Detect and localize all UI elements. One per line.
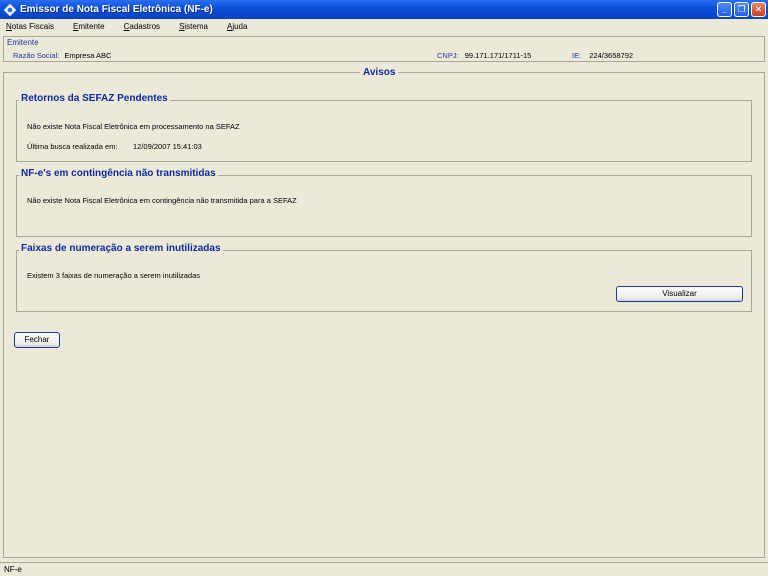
ie-label: IE:	[572, 51, 582, 60]
retornos-message: Não existe Nota Fiscal Eletrônica em pro…	[27, 122, 240, 131]
ultima-busca-value: 12/09/2007 15:41:03	[133, 142, 202, 151]
retornos-title: Retornos da SEFAZ Pendentes	[19, 93, 170, 104]
emitente-panel: Emitente Razão Social: Empresa ABC CNPJ:…	[3, 36, 765, 62]
title-bar: Emissor de Nota Fiscal Eletrônica (NF-e)…	[0, 0, 768, 19]
app-logo-icon	[3, 3, 17, 16]
ultima-busca-label: Última busca realizada em:	[27, 142, 118, 151]
fechar-button[interactable]: Fechar	[14, 332, 60, 348]
close-button[interactable]: ✕	[751, 2, 766, 17]
faixas-title: Faixas de numeração a serem inutilizadas	[19, 243, 223, 254]
faixas-group: Faixas de numeração a serem inutilizadas…	[16, 243, 752, 312]
status-bar: NF-e	[0, 562, 768, 576]
menu-cadastros[interactable]: Cadastros	[124, 22, 160, 31]
ie-value: 224/3658792	[589, 51, 634, 60]
contingencia-group: NF-e's em contingência não transmitidas …	[16, 168, 752, 237]
faixas-message: Existem 3 faixas de numeração a serem in…	[27, 271, 200, 280]
cnpj-label: CNPJ:	[437, 51, 459, 60]
menu-ajuda[interactable]: Ajuda	[227, 22, 247, 31]
cnpj-field: CNPJ: 99.171.171/1711-15	[437, 51, 531, 60]
avisos-title: Avisos	[360, 67, 399, 78]
ie-field: IE: 224/3658792	[572, 51, 633, 60]
window-title: Emissor de Nota Fiscal Eletrônica (NF-e)	[20, 4, 213, 15]
cnpj-value: 99.171.171/1711-15	[464, 51, 532, 60]
razao-social-field: Razão Social: Empresa ABC	[13, 51, 111, 60]
maximize-button[interactable]: ❐	[734, 2, 749, 17]
contingencia-title: NF-e's em contingência não transmitidas	[19, 168, 218, 179]
emitente-legend: Emitente	[7, 38, 39, 47]
contingencia-message: Não existe Nota Fiscal Eletrônica em con…	[27, 196, 297, 205]
menu-notas-fiscais[interactable]: Notas Fiscais	[6, 22, 54, 31]
menu-emitente[interactable]: Emitente	[73, 22, 105, 31]
visualizar-button[interactable]: Visualizar	[616, 286, 743, 302]
razao-social-value: Empresa ABC	[64, 51, 112, 60]
razao-social-label: Razão Social:	[13, 51, 60, 60]
minimize-button[interactable]: _	[717, 2, 732, 17]
menu-bar: Notas Fiscais Emitente Cadastros Sistema…	[0, 19, 768, 33]
menu-sistema[interactable]: Sistema	[179, 22, 208, 31]
retornos-group: Retornos da SEFAZ Pendentes Não existe N…	[16, 93, 752, 162]
